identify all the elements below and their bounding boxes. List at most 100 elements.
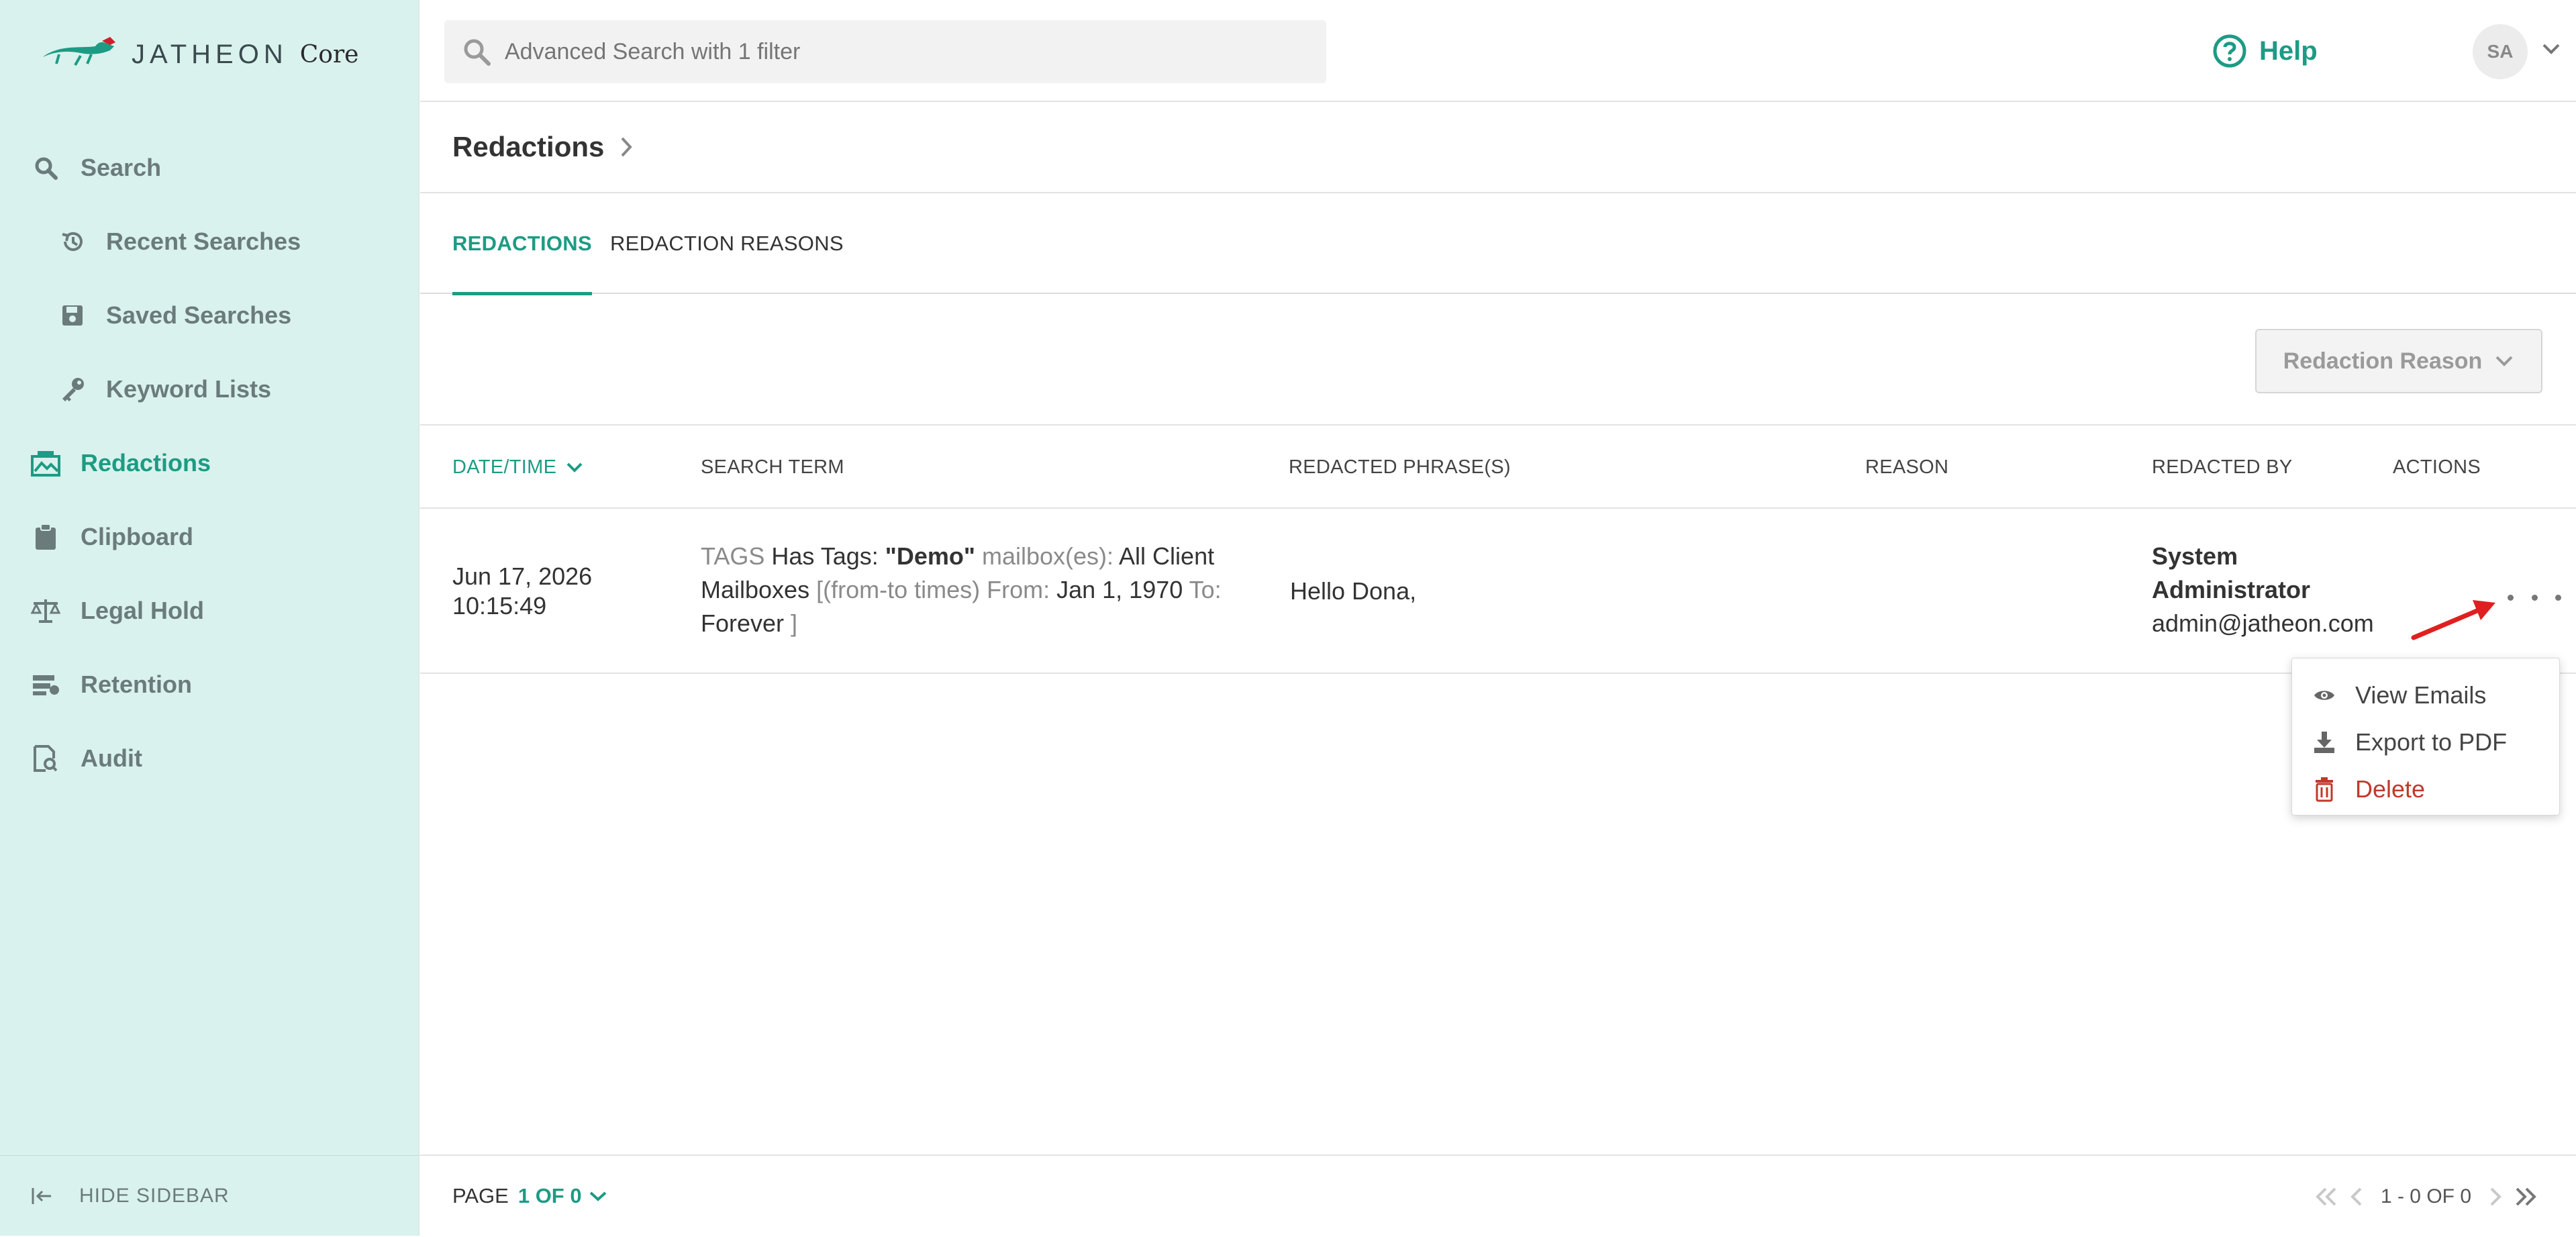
column-actions: ACTIONS <box>2393 456 2481 478</box>
sidebar-item-audit[interactable]: Audit <box>0 722 419 795</box>
sidebar-item-label: Saved Searches <box>106 301 292 329</box>
column-datetime-label: DATE/TIME <box>452 456 557 478</box>
menu-item-label: Export to PDF <box>2355 728 2508 756</box>
sidebar-item-keyword-lists[interactable]: Keyword Lists <box>0 352 419 426</box>
row-redacted-by: System Administrator admin@jatheon.com <box>2152 540 2374 640</box>
column-reason: REASON <box>1865 456 1949 478</box>
top-bar: Help SA <box>420 0 2576 102</box>
chevron-right-icon[interactable] <box>619 136 634 158</box>
audit-icon <box>31 744 60 773</box>
prev-page-icon[interactable] <box>2348 1186 2365 1207</box>
history-icon <box>58 227 87 256</box>
clipboard-icon <box>31 522 60 552</box>
column-redacted-by: REDACTED BY <box>2152 456 2293 478</box>
term-mailbox-label: mailbox(es): <box>981 542 1114 570</box>
sidebar-item-label: Retention <box>81 671 192 698</box>
page-range: 1 - 0 OF 0 <box>2380 1185 2471 1207</box>
menu-item-delete[interactable]: Delete <box>2292 766 2559 813</box>
redaction-icon <box>31 448 60 478</box>
floppy-disk-icon <box>58 301 87 330</box>
collapse-left-icon <box>31 1187 52 1205</box>
term-to-label: To: <box>1189 576 1222 603</box>
eye-icon <box>2312 688 2336 703</box>
jatheon-logo[interactable]: JATHEON Core <box>40 31 358 78</box>
column-search-term: SEARCH TERM <box>701 456 844 478</box>
first-page-icon[interactable] <box>2314 1186 2340 1207</box>
table-header: DATE/TIME SEARCH TERM REDACTED PHRASE(S)… <box>420 426 2576 509</box>
search-icon <box>462 37 491 66</box>
sidebar-item-label: Audit <box>81 744 142 772</box>
help-label: Help <box>2259 36 2318 66</box>
menu-item-view-emails[interactable]: View Emails <box>2292 672 2559 719</box>
more-actions-icon[interactable] <box>2508 584 2561 611</box>
pagination-footer: PAGE 1 OF 0 1 - 0 OF 0 <box>420 1154 2576 1236</box>
next-page-icon[interactable] <box>2487 1186 2504 1207</box>
search-icon <box>31 153 60 183</box>
term-from-value: Jan 1, 1970 <box>1056 576 1183 603</box>
redaction-reason-filter[interactable]: Redaction Reason <box>2255 329 2542 393</box>
logo-wordmark: JATHEON <box>132 39 288 69</box>
redactor-email: admin@jatheon.com <box>2152 609 2374 637</box>
menu-item-label: View Emails <box>2355 681 2487 709</box>
row-search-term: TAGS Has Tags: "Demo" mailbox(es): All C… <box>701 540 1251 640</box>
sidebar-item-search[interactable]: Search <box>0 131 419 205</box>
sidebar-item-retention[interactable]: Retention <box>0 648 419 722</box>
column-datetime[interactable]: DATE/TIME <box>452 426 583 509</box>
search-input[interactable] <box>503 38 1309 66</box>
chevron-down-icon[interactable] <box>589 1189 607 1203</box>
tab-bar: REDACTIONS REDACTION REASONS <box>420 193 2576 295</box>
key-icon <box>58 375 87 404</box>
breadcrumb: Redactions <box>420 102 2576 193</box>
row-actions-menu: View Emails Export to PDF Delete <box>2291 658 2560 815</box>
term-tags-label: TAGS <box>701 542 765 570</box>
sidebar-item-clipboard[interactable]: Clipboard <box>0 500 419 574</box>
last-page-icon[interactable] <box>2512 1186 2538 1207</box>
tab-redactions[interactable]: REDACTIONS <box>452 193 592 295</box>
alligator-logo-icon <box>43 37 115 66</box>
chevron-down-icon[interactable] <box>2541 42 2561 60</box>
table-row[interactable]: Jun 17, 2026 10:15:49 TAGS Has Tags: "De… <box>420 509 2576 674</box>
column-redacted-phrases: REDACTED PHRASE(S) <box>1289 456 1511 478</box>
annotation-arrow-icon <box>2411 600 2495 640</box>
sidebar-item-label: Keyword Lists <box>106 375 272 403</box>
user-avatar[interactable]: SA <box>2473 24 2528 79</box>
menu-item-export-pdf[interactable]: Export to PDF <box>2292 719 2559 766</box>
page-label: PAGE <box>452 1183 509 1207</box>
sidebar-item-recent-searches[interactable]: Recent Searches <box>0 205 419 279</box>
term-to-value: Forever <box>701 609 785 637</box>
redactor-name-line-2: Administrator <box>2152 576 2311 603</box>
pager-controls: 1 - 0 OF 0 <box>2310 1156 2542 1237</box>
hide-sidebar-label: HIDE SIDEBAR <box>79 1184 230 1207</box>
download-icon <box>2312 730 2336 754</box>
sidebar-item-label: Recent Searches <box>106 228 301 255</box>
trash-icon <box>2312 777 2336 802</box>
term-range-label: [(from-to times) From: <box>816 576 1050 603</box>
tab-redaction-reasons[interactable]: REDACTION REASONS <box>610 193 844 294</box>
filter-row: Redaction Reason <box>420 294 2576 426</box>
term-mailbox-value-2: Mailboxes <box>701 576 810 603</box>
menu-item-label: Delete <box>2355 775 2426 803</box>
question-circle-icon <box>2212 34 2247 68</box>
sidebar-item-label: Legal Hold <box>81 597 205 624</box>
global-search[interactable] <box>444 20 1326 83</box>
sidebar-item-label: Search <box>81 154 162 181</box>
sidebar-item-saved-searches[interactable]: Saved Searches <box>0 279 419 352</box>
hide-sidebar-button[interactable]: HIDE SIDEBAR <box>0 1155 419 1236</box>
sidebar-item-label: Clipboard <box>81 523 193 550</box>
retention-icon <box>31 670 60 699</box>
page-selector[interactable]: 1 OF 0 <box>518 1184 582 1208</box>
sidebar: JATHEON Core Search Recent Searches Save… <box>0 0 419 1236</box>
redactor-name-line-1: System <box>2152 542 2238 570</box>
sidebar-item-redactions[interactable]: Redactions <box>0 426 419 500</box>
term-mailbox-value-1: All Client <box>1119 542 1215 570</box>
row-datetime: Jun 17, 2026 10:15:49 <box>452 560 592 623</box>
sidebar-item-label: Redactions <box>81 449 211 477</box>
term-close: ] <box>791 609 798 637</box>
sidebar-item-legal-hold[interactable]: Legal Hold <box>0 574 419 648</box>
row-time: 10:15:49 <box>452 592 547 620</box>
sort-chevron-down-icon <box>566 460 583 474</box>
term-has-tags: Has Tags: <box>771 542 879 570</box>
row-date: Jun 17, 2026 <box>452 562 593 590</box>
sidebar-nav: Search Recent Searches Saved Searches Ke… <box>0 131 419 795</box>
help-link[interactable]: Help <box>2212 31 2318 71</box>
